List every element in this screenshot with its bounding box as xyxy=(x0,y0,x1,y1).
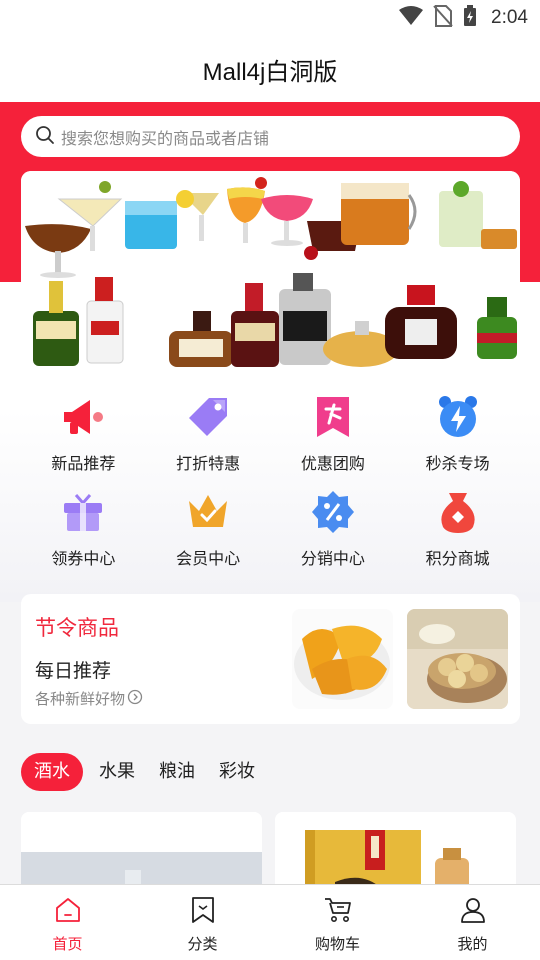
crown-icon xyxy=(185,489,231,535)
group-buy-bookmark-icon xyxy=(310,394,356,440)
seasonal-title: 节令商品 xyxy=(35,616,119,640)
shortcut-label: 新品推荐 xyxy=(51,454,116,473)
tabbar-label: 购物车 xyxy=(314,935,360,953)
user-icon xyxy=(460,897,486,927)
tab-grain-oil[interactable]: 粮油 xyxy=(151,753,203,791)
discount-tag-icon xyxy=(185,394,231,440)
shortcut-label: 积分商城 xyxy=(425,549,490,568)
seasonal-subtitle: 每日推荐 xyxy=(35,660,112,682)
bottom-tab-bar: 首页 分类 购物车 我的 xyxy=(0,884,540,960)
search-placeholder: 搜索您想购买的商品或者店铺 xyxy=(61,128,270,148)
shortcut-label: 分销中心 xyxy=(300,549,365,568)
gift-box-icon xyxy=(60,489,106,535)
tabbar-label: 我的 xyxy=(457,935,488,953)
wifi-icon xyxy=(399,6,424,30)
shortcut-discount[interactable]: 打折特惠 xyxy=(146,388,271,483)
category-bookmark-icon xyxy=(190,897,216,927)
promo-banner[interactable] xyxy=(21,171,520,372)
shortcut-distribution[interactable]: 分销中心 xyxy=(271,483,396,578)
category-tabs: 酒水 水果 粮油 彩妆 xyxy=(21,753,263,791)
shortcut-label: 领券中心 xyxy=(51,549,116,568)
status-time: 2:04 xyxy=(491,7,528,28)
shortcut-grid: 新品推荐 打折特惠 优惠团购 秒杀专场 领券中心 会员中心 分销中心 积分商城 xyxy=(21,388,520,578)
tabbar-cart[interactable]: 购物车 xyxy=(270,885,405,960)
dried-mango-image[interactable] xyxy=(292,609,393,709)
tabbar-category[interactable]: 分类 xyxy=(135,885,270,960)
battery-charging-icon xyxy=(463,5,477,31)
no-sim-icon xyxy=(433,5,453,31)
seasonal-description: 各种新鲜好物 xyxy=(35,688,143,709)
seasonal-products-card[interactable]: 节令商品 每日推荐 各种新鲜好物 xyxy=(21,594,520,724)
shortcut-points-mall[interactable]: 积分商城 xyxy=(395,483,520,578)
cart-icon xyxy=(324,897,352,927)
page-title: Mall4j白洞版 xyxy=(202,58,338,86)
chevron-right-circle-icon xyxy=(127,689,143,709)
tab-drinks[interactable]: 酒水 xyxy=(21,753,83,791)
tab-fruits[interactable]: 水果 xyxy=(91,753,143,791)
nav-bar: Mall4j白洞版 xyxy=(0,36,540,102)
home-icon xyxy=(55,897,81,927)
tabbar-home[interactable]: 首页 xyxy=(0,885,135,960)
shortcut-flash-sale[interactable]: 秒杀专场 xyxy=(395,388,520,483)
percent-badge-icon xyxy=(310,489,356,535)
banana-chips-image[interactable] xyxy=(407,609,508,709)
shortcut-label: 打折特惠 xyxy=(176,454,241,473)
seasonal-description-text: 各种新鲜好物 xyxy=(35,690,126,708)
tabbar-label: 分类 xyxy=(187,935,218,953)
shortcut-coupons[interactable]: 领券中心 xyxy=(21,483,146,578)
megaphone-icon xyxy=(60,394,106,440)
flash-alarm-clock-icon xyxy=(435,394,481,440)
shortcut-group-buy[interactable]: 优惠团购 xyxy=(271,388,396,483)
tabbar-profile[interactable]: 我的 xyxy=(405,885,540,960)
tab-cosmetics[interactable]: 彩妆 xyxy=(211,753,263,791)
money-bag-icon xyxy=(435,489,481,535)
shortcut-membership[interactable]: 会员中心 xyxy=(146,483,271,578)
shortcut-label: 秒杀专场 xyxy=(425,454,490,473)
tabbar-label: 首页 xyxy=(52,935,83,953)
shortcut-label: 优惠团购 xyxy=(300,454,365,473)
drinks-banner-image xyxy=(21,171,520,372)
shortcut-new-products[interactable]: 新品推荐 xyxy=(21,388,146,483)
status-bar: 2:04 xyxy=(0,0,540,36)
search-bar[interactable]: 搜索您想购买的商品或者店铺 xyxy=(21,116,520,157)
shortcut-label: 会员中心 xyxy=(176,549,241,568)
search-icon xyxy=(35,125,55,149)
